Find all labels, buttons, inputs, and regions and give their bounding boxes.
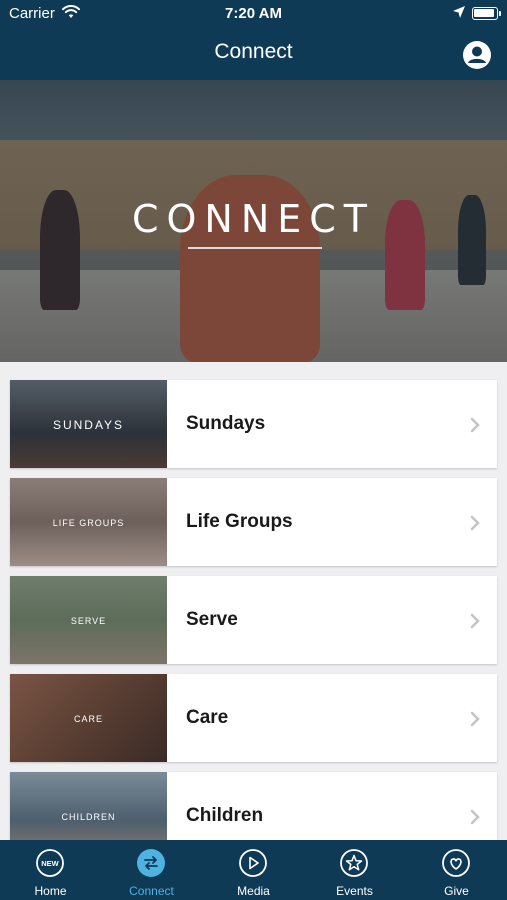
list-item-thumbnail: LIFE GROUPS bbox=[10, 478, 167, 566]
tab-label: Home bbox=[34, 884, 67, 898]
list-item-label: Life Groups bbox=[186, 511, 293, 532]
chevron-right-icon bbox=[470, 417, 480, 433]
hero-underline bbox=[188, 247, 322, 249]
play-icon bbox=[239, 849, 267, 877]
swap-arrows-icon bbox=[137, 849, 165, 877]
list-item-sundays[interactable]: SUNDAYS Sundays bbox=[10, 380, 497, 468]
tab-label: Media bbox=[237, 884, 270, 898]
thumbnail-label: SUNDAYS bbox=[52, 418, 125, 432]
heart-icon bbox=[442, 849, 470, 877]
chevron-right-icon bbox=[470, 711, 480, 727]
new-badge-icon: NEW bbox=[36, 849, 64, 877]
list-item-thumbnail: SUNDAYS bbox=[10, 380, 167, 468]
page-title: Connect bbox=[214, 40, 293, 63]
thumbnail-label: LIFE GROUPS bbox=[52, 518, 125, 528]
top-bar: Carrier 7:20 AM Connect bbox=[0, 0, 507, 80]
list-item-label: Children bbox=[186, 805, 264, 826]
location-arrow-icon bbox=[453, 6, 465, 18]
status-bar: Carrier 7:20 AM bbox=[0, 0, 507, 28]
list-item-label: Serve bbox=[186, 609, 238, 630]
hero-title: CONNECT bbox=[131, 197, 376, 241]
person-circle-icon[interactable] bbox=[462, 40, 492, 70]
list-item-thumbnail: CARE bbox=[10, 674, 167, 762]
star-icon bbox=[340, 849, 368, 877]
chevron-right-icon bbox=[470, 515, 480, 531]
list-item-life-groups[interactable]: LIFE GROUPS Life Groups bbox=[10, 478, 497, 566]
tab-media[interactable]: Media bbox=[203, 840, 304, 900]
thumbnail-label: CARE bbox=[73, 714, 103, 724]
tab-label: Give bbox=[444, 884, 469, 898]
tab-label: Events bbox=[336, 884, 373, 898]
battery-icon bbox=[472, 7, 501, 20]
tab-bar: NEW Home Connect Media Events Give bbox=[0, 840, 507, 900]
tab-connect[interactable]: Connect bbox=[101, 840, 202, 900]
list-item-label: Sundays bbox=[186, 413, 266, 434]
list-item-label: Care bbox=[186, 707, 229, 728]
thumbnail-label: CHILDREN bbox=[61, 812, 116, 822]
list-item-serve[interactable]: SERVE Serve bbox=[10, 576, 497, 664]
tab-label: Connect bbox=[129, 884, 174, 898]
chevron-right-icon bbox=[470, 809, 480, 825]
thumbnail-label: SERVE bbox=[70, 616, 107, 626]
status-time: 7:20 AM bbox=[225, 5, 282, 22]
tab-events[interactable]: Events bbox=[304, 840, 405, 900]
list-item-care[interactable]: CARE Care bbox=[10, 674, 497, 762]
new-badge-text: NEW bbox=[41, 859, 59, 868]
tab-give[interactable]: Give bbox=[406, 840, 507, 900]
tab-home[interactable]: NEW Home bbox=[0, 840, 101, 900]
hero-banner: CONNECT bbox=[0, 80, 507, 362]
chevron-right-icon bbox=[470, 613, 480, 629]
list-item-thumbnail: SERVE bbox=[10, 576, 167, 664]
